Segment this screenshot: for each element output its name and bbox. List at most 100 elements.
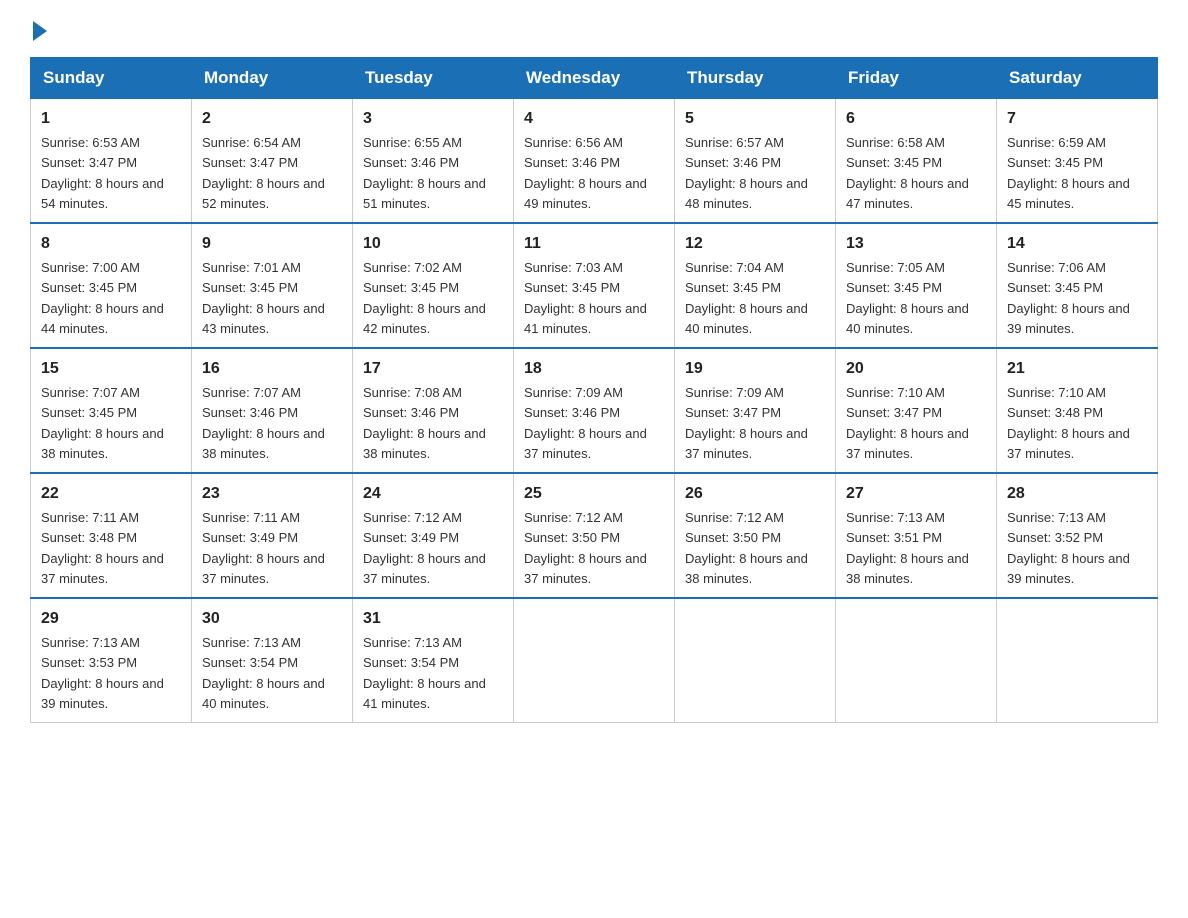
day-number: 13 (846, 232, 986, 256)
header-monday: Monday (192, 58, 353, 99)
day-sunset: Sunset: 3:48 PM (1007, 405, 1103, 420)
day-number: 6 (846, 107, 986, 131)
day-sunrise: Sunrise: 7:07 AM (41, 385, 140, 400)
day-sunset: Sunset: 3:49 PM (202, 530, 298, 545)
day-sunset: Sunset: 3:54 PM (363, 655, 459, 670)
calendar-cell: 16 Sunrise: 7:07 AM Sunset: 3:46 PM Dayl… (192, 348, 353, 473)
day-sunrise: Sunrise: 7:09 AM (524, 385, 623, 400)
day-sunset: Sunset: 3:45 PM (202, 280, 298, 295)
page-header (30, 20, 1158, 37)
day-sunset: Sunset: 3:45 PM (524, 280, 620, 295)
day-number: 15 (41, 357, 181, 381)
day-number: 2 (202, 107, 342, 131)
calendar-cell: 14 Sunrise: 7:06 AM Sunset: 3:45 PM Dayl… (997, 223, 1158, 348)
calendar-cell: 28 Sunrise: 7:13 AM Sunset: 3:52 PM Dayl… (997, 473, 1158, 598)
day-daylight: Daylight: 8 hours and 37 minutes. (846, 426, 969, 461)
day-daylight: Daylight: 8 hours and 39 minutes. (1007, 551, 1130, 586)
day-daylight: Daylight: 8 hours and 39 minutes. (41, 676, 164, 711)
day-number: 10 (363, 232, 503, 256)
calendar-cell: 9 Sunrise: 7:01 AM Sunset: 3:45 PM Dayli… (192, 223, 353, 348)
header-sunday: Sunday (31, 58, 192, 99)
logo (30, 20, 47, 37)
day-daylight: Daylight: 8 hours and 38 minutes. (202, 426, 325, 461)
calendar-week-row: 1 Sunrise: 6:53 AM Sunset: 3:47 PM Dayli… (31, 99, 1158, 224)
day-sunrise: Sunrise: 7:13 AM (41, 635, 140, 650)
day-daylight: Daylight: 8 hours and 39 minutes. (1007, 301, 1130, 336)
day-daylight: Daylight: 8 hours and 48 minutes. (685, 176, 808, 211)
calendar-cell: 25 Sunrise: 7:12 AM Sunset: 3:50 PM Dayl… (514, 473, 675, 598)
day-sunrise: Sunrise: 6:56 AM (524, 135, 623, 150)
day-sunrise: Sunrise: 7:12 AM (363, 510, 462, 525)
day-daylight: Daylight: 8 hours and 37 minutes. (363, 551, 486, 586)
header-tuesday: Tuesday (353, 58, 514, 99)
day-daylight: Daylight: 8 hours and 37 minutes. (524, 426, 647, 461)
day-sunset: Sunset: 3:46 PM (524, 155, 620, 170)
calendar-cell: 27 Sunrise: 7:13 AM Sunset: 3:51 PM Dayl… (836, 473, 997, 598)
day-sunrise: Sunrise: 7:13 AM (363, 635, 462, 650)
day-daylight: Daylight: 8 hours and 38 minutes. (846, 551, 969, 586)
day-sunset: Sunset: 3:46 PM (363, 155, 459, 170)
day-sunrise: Sunrise: 7:10 AM (846, 385, 945, 400)
day-sunrise: Sunrise: 7:13 AM (846, 510, 945, 525)
day-sunrise: Sunrise: 7:11 AM (202, 510, 300, 525)
day-number: 5 (685, 107, 825, 131)
calendar-cell: 15 Sunrise: 7:07 AM Sunset: 3:45 PM Dayl… (31, 348, 192, 473)
day-number: 29 (41, 607, 181, 631)
day-sunset: Sunset: 3:45 PM (1007, 280, 1103, 295)
day-number: 23 (202, 482, 342, 506)
day-number: 19 (685, 357, 825, 381)
day-number: 30 (202, 607, 342, 631)
day-sunset: Sunset: 3:51 PM (846, 530, 942, 545)
day-daylight: Daylight: 8 hours and 51 minutes. (363, 176, 486, 211)
day-daylight: Daylight: 8 hours and 54 minutes. (41, 176, 164, 211)
day-sunrise: Sunrise: 7:04 AM (685, 260, 784, 275)
day-sunrise: Sunrise: 6:57 AM (685, 135, 784, 150)
day-number: 31 (363, 607, 503, 631)
day-daylight: Daylight: 8 hours and 37 minutes. (202, 551, 325, 586)
header-friday: Friday (836, 58, 997, 99)
calendar-cell: 12 Sunrise: 7:04 AM Sunset: 3:45 PM Dayl… (675, 223, 836, 348)
calendar-cell: 10 Sunrise: 7:02 AM Sunset: 3:45 PM Dayl… (353, 223, 514, 348)
calendar-cell (836, 598, 997, 723)
calendar-cell: 19 Sunrise: 7:09 AM Sunset: 3:47 PM Dayl… (675, 348, 836, 473)
day-number: 16 (202, 357, 342, 381)
day-sunrise: Sunrise: 6:53 AM (41, 135, 140, 150)
day-number: 9 (202, 232, 342, 256)
header-thursday: Thursday (675, 58, 836, 99)
day-daylight: Daylight: 8 hours and 40 minutes. (846, 301, 969, 336)
day-sunrise: Sunrise: 7:13 AM (202, 635, 301, 650)
day-number: 11 (524, 232, 664, 256)
calendar-week-row: 29 Sunrise: 7:13 AM Sunset: 3:53 PM Dayl… (31, 598, 1158, 723)
day-number: 14 (1007, 232, 1147, 256)
day-number: 21 (1007, 357, 1147, 381)
day-sunset: Sunset: 3:47 PM (846, 405, 942, 420)
header-wednesday: Wednesday (514, 58, 675, 99)
logo-arrow-icon (33, 21, 47, 41)
day-sunrise: Sunrise: 7:07 AM (202, 385, 301, 400)
day-daylight: Daylight: 8 hours and 41 minutes. (524, 301, 647, 336)
day-number: 25 (524, 482, 664, 506)
day-daylight: Daylight: 8 hours and 52 minutes. (202, 176, 325, 211)
day-daylight: Daylight: 8 hours and 42 minutes. (363, 301, 486, 336)
day-sunset: Sunset: 3:46 PM (202, 405, 298, 420)
day-sunset: Sunset: 3:54 PM (202, 655, 298, 670)
day-sunrise: Sunrise: 7:12 AM (524, 510, 623, 525)
calendar-cell: 31 Sunrise: 7:13 AM Sunset: 3:54 PM Dayl… (353, 598, 514, 723)
day-sunrise: Sunrise: 6:55 AM (363, 135, 462, 150)
calendar-cell: 24 Sunrise: 7:12 AM Sunset: 3:49 PM Dayl… (353, 473, 514, 598)
day-daylight: Daylight: 8 hours and 37 minutes. (524, 551, 647, 586)
day-daylight: Daylight: 8 hours and 49 minutes. (524, 176, 647, 211)
calendar-cell: 4 Sunrise: 6:56 AM Sunset: 3:46 PM Dayli… (514, 99, 675, 224)
calendar-cell: 21 Sunrise: 7:10 AM Sunset: 3:48 PM Dayl… (997, 348, 1158, 473)
calendar-table: SundayMondayTuesdayWednesdayThursdayFrid… (30, 57, 1158, 723)
calendar-cell: 26 Sunrise: 7:12 AM Sunset: 3:50 PM Dayl… (675, 473, 836, 598)
calendar-cell: 7 Sunrise: 6:59 AM Sunset: 3:45 PM Dayli… (997, 99, 1158, 224)
header-saturday: Saturday (997, 58, 1158, 99)
day-sunrise: Sunrise: 6:59 AM (1007, 135, 1106, 150)
day-number: 8 (41, 232, 181, 256)
day-number: 27 (846, 482, 986, 506)
calendar-week-row: 22 Sunrise: 7:11 AM Sunset: 3:48 PM Dayl… (31, 473, 1158, 598)
day-sunset: Sunset: 3:45 PM (846, 155, 942, 170)
day-number: 26 (685, 482, 825, 506)
calendar-cell: 3 Sunrise: 6:55 AM Sunset: 3:46 PM Dayli… (353, 99, 514, 224)
